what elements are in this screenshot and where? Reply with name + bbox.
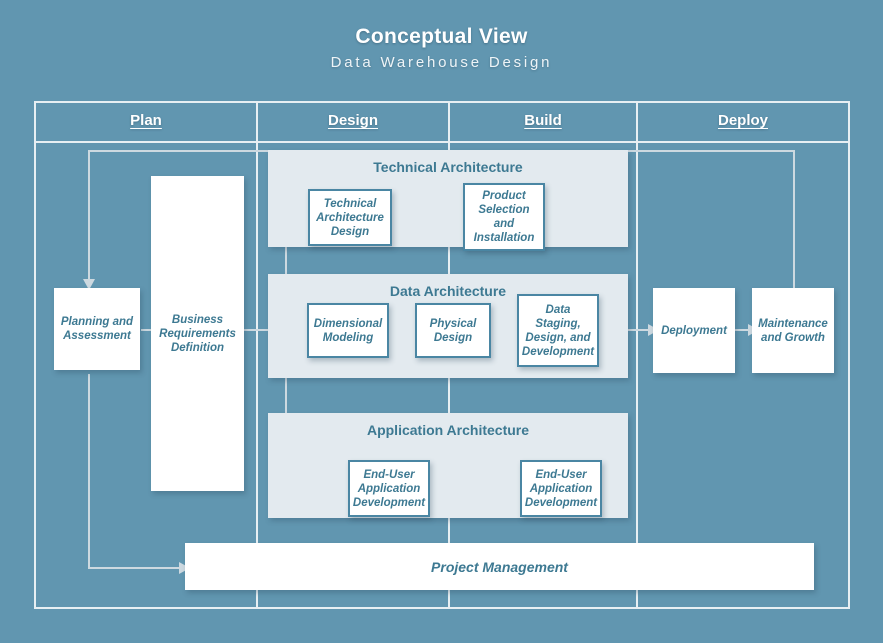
- column-divider-3: [636, 103, 638, 607]
- feedback-line-down: [88, 150, 90, 282]
- column-header-build: Build: [524, 112, 562, 129]
- node-data-staging-design-development[interactable]: Data Staging, Design, and Development: [517, 294, 599, 367]
- node-physical-design[interactable]: Physical Design: [415, 303, 491, 358]
- column-header-plan: Plan: [130, 112, 162, 129]
- column-divider-1: [256, 103, 258, 607]
- band-title-application: Application Architecture: [366, 422, 530, 438]
- diagram-frame: Plan Design Build Deploy Technical Archi…: [34, 101, 850, 609]
- node-planning-and-assessment[interactable]: Planning and Assessment: [54, 288, 140, 370]
- node-maintenance-and-growth[interactable]: Maintenance and Growth: [752, 288, 834, 373]
- page-title: Conceptual View: [355, 25, 528, 48]
- page-subtitle: Data Warehouse Design: [330, 54, 553, 71]
- pm-line-down: [88, 374, 90, 569]
- node-deployment[interactable]: Deployment: [653, 288, 735, 373]
- title-block: Conceptual View Data Warehouse Design: [0, 24, 883, 74]
- node-project-management[interactable]: Project Management: [185, 543, 814, 590]
- band-title-technical: Technical Architecture: [373, 159, 523, 175]
- column-header-deploy: Deploy: [717, 112, 768, 129]
- node-end-user-application-development-1[interactable]: End-User Application Development: [348, 460, 430, 517]
- node-end-user-application-development-2[interactable]: End-User Application Development: [520, 460, 602, 517]
- pm-line-right: [88, 567, 183, 569]
- header-rule: [36, 141, 848, 143]
- node-business-requirements-definition[interactable]: Business Requirements Definition: [151, 176, 244, 491]
- node-technical-architecture-design[interactable]: Technical Architecture Design: [308, 189, 392, 246]
- feedback-line-up: [793, 150, 795, 295]
- node-product-selection-and-installation[interactable]: Product Selection and Installation: [463, 183, 545, 251]
- node-dimensional-modeling[interactable]: Dimensional Modeling: [307, 303, 389, 358]
- column-header-design: Design: [327, 112, 378, 129]
